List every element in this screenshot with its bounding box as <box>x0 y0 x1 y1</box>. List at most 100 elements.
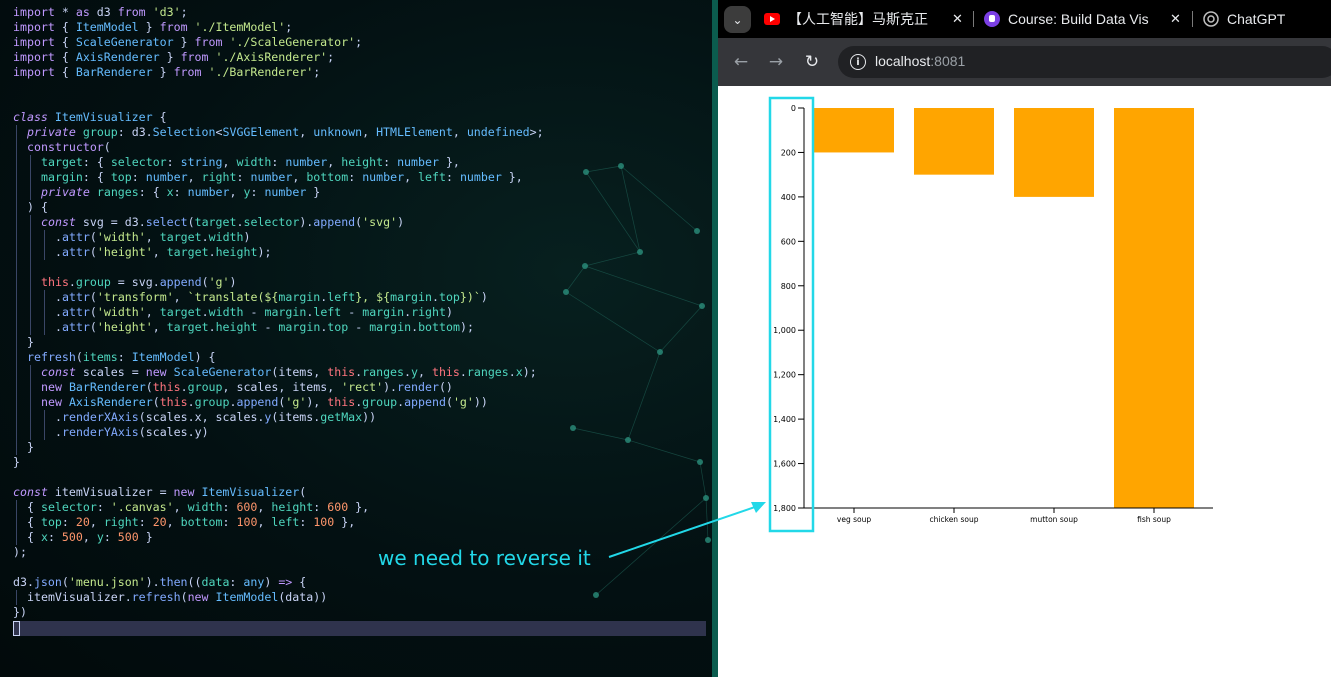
code-token: ItemVisualizer <box>201 485 300 499</box>
code-line[interactable]: const scales = new ScaleGenerator (items,… <box>13 365 544 380</box>
network-link <box>620 165 698 232</box>
code-token: this <box>327 395 356 409</box>
code-token: } <box>159 50 181 64</box>
code-line[interactable]: } <box>13 335 544 350</box>
code-line[interactable]: this. group = svg. append('g') <box>13 275 544 290</box>
code-line[interactable]: import { AxisRenderer } from './AxisRend… <box>13 50 544 65</box>
indent-guide <box>27 290 41 305</box>
code-token: './ItemModel' <box>194 20 286 34</box>
code-token: ). <box>145 575 160 589</box>
code-line[interactable]: . attr('transform', `translate(${margin. l… <box>13 290 544 305</box>
forward-button[interactable]: → <box>765 51 787 73</box>
code-token: . <box>306 305 314 319</box>
code-line[interactable]: . renderXAxis (scales.x, scales. y (items. ge… <box>13 410 544 425</box>
code-token: target <box>159 305 202 319</box>
code-token: getMax <box>320 410 363 424</box>
code-line[interactable]: import { BarRenderer } from './BarRender… <box>13 65 544 80</box>
code-token: , <box>89 515 104 529</box>
code-line[interactable]: import { ScaleGenerator } from './ScaleG… <box>13 35 544 50</box>
code-line[interactable]: d3. json('menu.json'). then((data: any) =>… <box>13 575 544 590</box>
code-line[interactable]: { x: 500, y: 500 } <box>13 530 544 545</box>
code-token: . <box>208 245 216 259</box>
indent-guide <box>27 395 41 410</box>
code-token: , <box>173 500 188 514</box>
tab-separator <box>973 11 974 27</box>
code-line[interactable]: new AxisRenderer(this. group. append('g'),… <box>13 395 544 410</box>
code-token: { <box>152 110 167 124</box>
code-token: , <box>418 365 432 379</box>
code-token: 'menu.json' <box>68 575 146 589</box>
back-button[interactable]: ← <box>730 51 752 73</box>
code-line[interactable]: { selector: '.canvas', width: 600, heigh… <box>13 500 544 515</box>
code-line[interactable]: . attr('height', target. height); <box>13 245 544 260</box>
browser-window: ⌄ 【人工智能】马斯克正 ✕ Course: Build Data Vis ✕ … <box>718 0 1331 677</box>
text-cursor <box>13 621 20 636</box>
y-tick-label: 1,000 <box>773 326 796 335</box>
code-line[interactable]: }) <box>13 605 544 620</box>
code-line[interactable]: margin: { top: number, right: number, bo… <box>13 170 544 185</box>
indent-guide <box>27 425 41 440</box>
code-line[interactable] <box>13 470 544 485</box>
code-line[interactable]: new BarRenderer(this. group, scales, item… <box>13 380 544 395</box>
info-icon[interactable]: i <box>850 54 866 70</box>
code-line[interactable]: } <box>13 455 544 470</box>
code-line[interactable]: const itemVisualizer = new ItemVisualize… <box>13 485 544 500</box>
code-token: . <box>355 365 363 379</box>
close-icon[interactable]: ✕ <box>1170 11 1181 27</box>
network-node <box>570 425 576 431</box>
code-token: number <box>264 185 307 199</box>
indent-guide <box>13 245 27 260</box>
code-token: bottom <box>306 170 349 184</box>
code-line[interactable]: import { ItemModel } from './ItemModel'; <box>13 20 544 35</box>
code-token: 'g' <box>208 275 230 289</box>
indent-guide <box>27 305 41 320</box>
code-line[interactable]: . attr('height', target. height - margin. t… <box>13 320 544 335</box>
code-token: append <box>313 215 356 229</box>
code-line[interactable] <box>13 80 544 95</box>
close-icon[interactable]: ✕ <box>952 11 963 27</box>
tab-course[interactable]: Course: Build Data Vis ✕ <box>984 8 1181 30</box>
indent-guide <box>41 425 55 440</box>
code-content[interactable]: import * as d3 from 'd3'; import { ItemMo… <box>13 5 544 620</box>
code-token: : <box>229 575 244 589</box>
code-line[interactable]: { top: 20, right: 20, bottom: 100, left:… <box>13 515 544 530</box>
tab-chatgpt[interactable]: ChatGPT <box>1203 8 1285 30</box>
code-token: 600 <box>236 500 258 514</box>
chatgpt-icon <box>1203 11 1219 27</box>
code-line[interactable]: private ranges: { x: number, y: number } <box>13 185 544 200</box>
code-token: ( <box>299 485 307 499</box>
code-token: constructor <box>27 140 104 154</box>
address-bar[interactable]: i localhost:8081 <box>838 46 1331 78</box>
code-token: . <box>55 290 62 304</box>
code-line[interactable]: . attr('width', target. width) <box>13 230 544 245</box>
tab-search-button[interactable]: ⌄ <box>724 6 751 33</box>
url-text[interactable]: localhost:8081 <box>875 53 965 69</box>
code-line[interactable]: ) { <box>13 200 544 215</box>
code-editor[interactable]: import * as d3 from 'd3'; import { ItemMo… <box>0 0 712 677</box>
tab-youtube[interactable]: 【人工智能】马斯克正 ✕ <box>764 8 963 30</box>
code-token: , <box>404 170 419 184</box>
code-token: items <box>82 350 118 364</box>
code-token: ( <box>89 305 97 319</box>
code-line[interactable]: import * as d3 from 'd3'; <box>13 5 544 20</box>
reload-button[interactable]: ↻ <box>801 51 823 73</box>
code-line[interactable] <box>13 95 544 110</box>
code-line[interactable]: const svg = d3. select(target. selector). a… <box>13 215 544 230</box>
code-line[interactable]: private group: d3. Selection < SVGGElement,… <box>13 125 544 140</box>
code-token: number <box>145 170 188 184</box>
code-line[interactable]: . renderYAxis (scales.y) <box>13 425 544 440</box>
code-line[interactable]: . attr('width', target. width - margin. lef… <box>13 305 544 320</box>
indent-guide <box>27 185 41 200</box>
code-line[interactable]: target: { selector: string, width: numbe… <box>13 155 544 170</box>
x-tick-label: fish soup <box>1137 515 1171 524</box>
code-token: { <box>54 20 76 34</box>
code-line[interactable]: class ItemVisualizer { <box>13 110 544 125</box>
code-token: ; <box>180 5 188 19</box>
code-line[interactable] <box>13 260 544 275</box>
code-line[interactable]: } <box>13 440 544 455</box>
code-line[interactable]: constructor( <box>13 140 544 155</box>
code-token: , <box>362 125 377 139</box>
code-line[interactable]: itemVisualizer. refresh(new ItemModel (dat… <box>13 590 544 605</box>
code-line[interactable]: refresh(items: ItemModel) { <box>13 350 544 365</box>
